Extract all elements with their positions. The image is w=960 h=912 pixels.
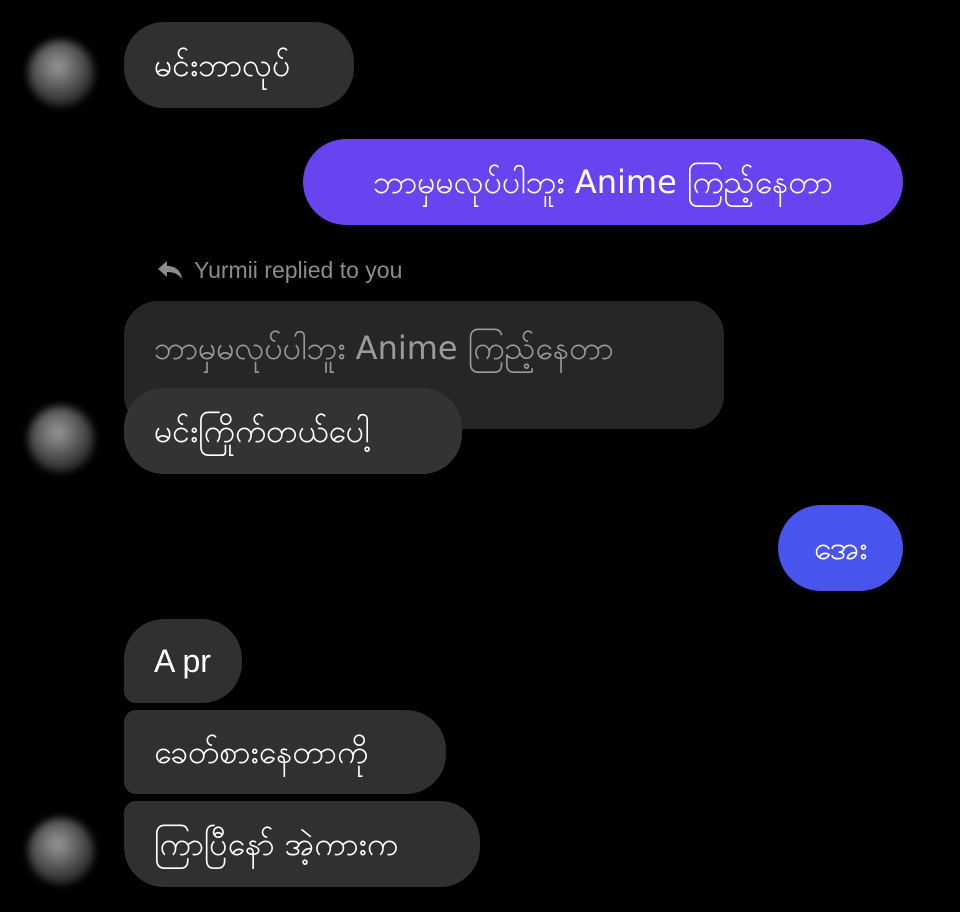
quoted-text: ဘာမှမလုပ်ပါဘူး Anime ကြည့်နေတာ bbox=[154, 329, 614, 367]
contact-avatar[interactable] bbox=[28, 406, 94, 472]
incoming-message[interactable]: A pr bbox=[124, 619, 242, 703]
message-text: ကြာပြီနော် အဲ့ကားက bbox=[154, 825, 399, 863]
reply-label-text: Yurmii replied to you bbox=[194, 256, 403, 283]
contact-avatar[interactable] bbox=[28, 818, 94, 884]
message-text: ခေတ်စားနေတာကို bbox=[154, 733, 369, 771]
reply-indicator: Yurmii replied to you bbox=[156, 254, 402, 286]
message-text: မင်းကြိုက်တယ်ပေါ့ bbox=[154, 412, 370, 450]
incoming-message[interactable]: ကြာပြီနော် အဲ့ကားက bbox=[124, 801, 480, 887]
message-text: အေး bbox=[813, 529, 868, 567]
reply-arrow-icon bbox=[156, 259, 184, 281]
contact-avatar[interactable] bbox=[28, 40, 94, 106]
outgoing-message[interactable]: ဘာမှမလုပ်ပါဘူး Anime ကြည့်နေတာ bbox=[303, 139, 903, 225]
incoming-message[interactable]: ခေတ်စားနေတာကို bbox=[124, 710, 446, 794]
incoming-message[interactable]: မင်းဘာလုပ် bbox=[124, 22, 354, 108]
outgoing-message[interactable]: အေး bbox=[778, 505, 903, 591]
incoming-message[interactable]: မင်းကြိုက်တယ်ပေါ့ bbox=[124, 388, 462, 474]
message-text: မင်းဘာလုပ် bbox=[154, 46, 291, 84]
message-text: A pr bbox=[154, 643, 211, 679]
message-text: ဘာမှမလုပ်ပါဘူး Anime ကြည့်နေတာ bbox=[373, 163, 833, 201]
